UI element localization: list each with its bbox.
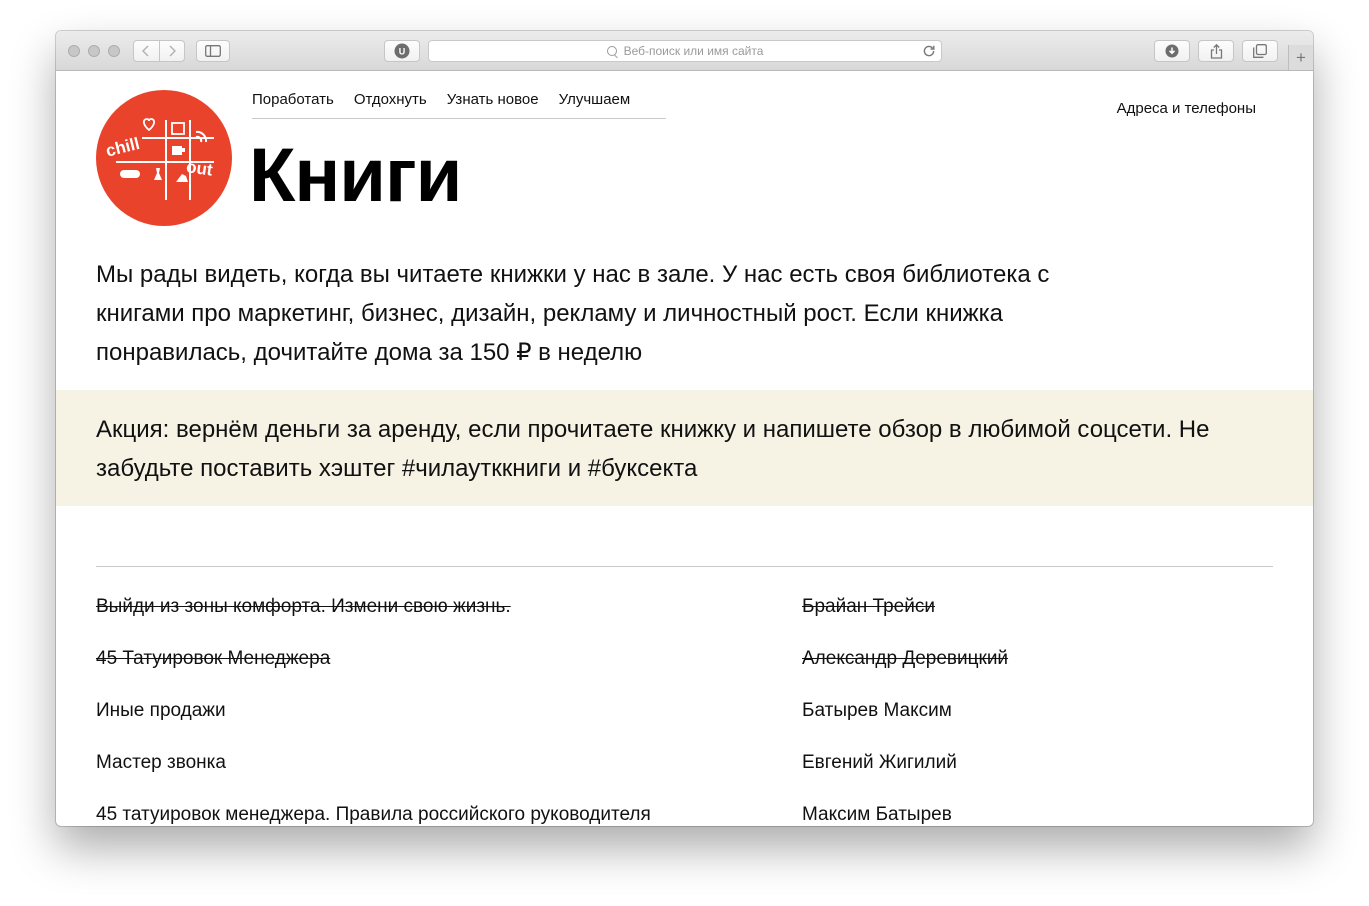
back-button[interactable] xyxy=(133,40,160,62)
book-title[interactable]: Мастер звонка xyxy=(96,752,226,774)
sidebar-icon xyxy=(205,45,221,57)
book-author: Максим Батырев xyxy=(802,804,952,825)
minimize-window-button[interactable] xyxy=(88,45,100,57)
wifi-icon xyxy=(195,130,208,143)
book-author: Александр Деревицкий xyxy=(802,648,1009,669)
book-title[interactable]: 45 Татуировок Менеджера xyxy=(96,648,330,670)
close-window-button[interactable] xyxy=(68,45,80,57)
browser-toolbar: U Веб-поиск или имя сайта + xyxy=(56,31,1313,71)
divider xyxy=(96,566,1273,567)
book-row: Выйди из зоны комфорта. Измени свою жизн… xyxy=(96,596,1273,648)
book-row: Мастер звонка Евгений Жигилий xyxy=(96,752,1273,804)
sidebar-toggle-button[interactable] xyxy=(196,40,230,62)
extension-badge-text: U xyxy=(399,47,406,57)
cup-icon xyxy=(172,146,185,155)
page-content: chill out Поработать Отдохнуть Узнать но… xyxy=(56,71,1313,826)
nav-item-rest[interactable]: Отдохнуть xyxy=(354,91,427,118)
book-title[interactable]: Выйди из зоны комфорта. Измени свою жизн… xyxy=(96,596,511,618)
nav-item-work[interactable]: Поработать xyxy=(252,91,334,118)
page-title: Книги xyxy=(249,133,462,218)
new-tab-button[interactable]: + xyxy=(1288,45,1313,70)
heart-icon xyxy=(142,118,156,132)
zoom-window-button[interactable] xyxy=(108,45,120,57)
browser-window: U Веб-поиск или имя сайта + chill out По… xyxy=(56,31,1313,826)
tabs-overview-button[interactable] xyxy=(1242,40,1278,62)
book-icon xyxy=(171,122,185,135)
logo-out-text: out xyxy=(185,157,214,180)
chevron-left-icon xyxy=(142,45,149,57)
chess-icon xyxy=(154,168,162,180)
download-icon xyxy=(1165,44,1179,58)
promo-text: Акция: вернём деньги за аренду, если про… xyxy=(96,416,1210,482)
tabs-icon xyxy=(1253,44,1267,58)
gamepad-icon xyxy=(120,170,140,178)
share-icon xyxy=(1210,43,1222,59)
address-bar[interactable]: Веб-поиск или имя сайта xyxy=(428,40,942,62)
nav-item-improve[interactable]: Улучшаем xyxy=(559,91,631,118)
book-author: Евгений Жигилий xyxy=(802,752,957,773)
book-row: 45 Татуировок Менеджера Александр Дереви… xyxy=(96,648,1273,700)
site-logo[interactable]: chill out xyxy=(96,90,232,226)
downloads-button[interactable] xyxy=(1154,40,1190,62)
extension-badge-icon: U xyxy=(394,43,410,59)
contacts-link[interactable]: Адреса и телефоны xyxy=(1117,100,1256,117)
nav-item-learn[interactable]: Узнать новое xyxy=(447,91,539,118)
books-list: Выйди из зоны комфорта. Измени свою жизн… xyxy=(96,596,1273,826)
history-nav xyxy=(133,40,185,62)
site-nav: Поработать Отдохнуть Узнать новое Улучша… xyxy=(252,91,666,119)
book-row: Иные продажи Батырев Максим xyxy=(96,700,1273,752)
logo-chill-text: chill xyxy=(104,134,142,161)
address-placeholder: Веб-поиск или имя сайта xyxy=(623,44,764,58)
chevron-right-icon xyxy=(169,45,176,57)
reload-icon[interactable] xyxy=(923,45,935,57)
share-button[interactable] xyxy=(1198,40,1234,62)
book-author: Батырев Максим xyxy=(802,700,952,721)
extension-button[interactable]: U xyxy=(384,40,420,62)
forward-button[interactable] xyxy=(159,40,185,62)
intro-text: Мы рады видеть, когда вы читаете книжки … xyxy=(96,261,1050,366)
book-author: Брайан Трейси xyxy=(802,596,935,617)
promo-banner: Акция: вернём деньги за аренду, если про… xyxy=(56,390,1313,506)
book-title[interactable]: Иные продажи xyxy=(96,700,226,722)
search-icon xyxy=(606,46,617,56)
logo-artwork: chill out xyxy=(104,118,214,200)
book-row: 45 татуировок менеджера. Правила российс… xyxy=(96,804,1273,826)
plus-icon: + xyxy=(1296,47,1306,67)
book-title[interactable]: 45 татуировок менеджера. Правила российс… xyxy=(96,804,651,826)
